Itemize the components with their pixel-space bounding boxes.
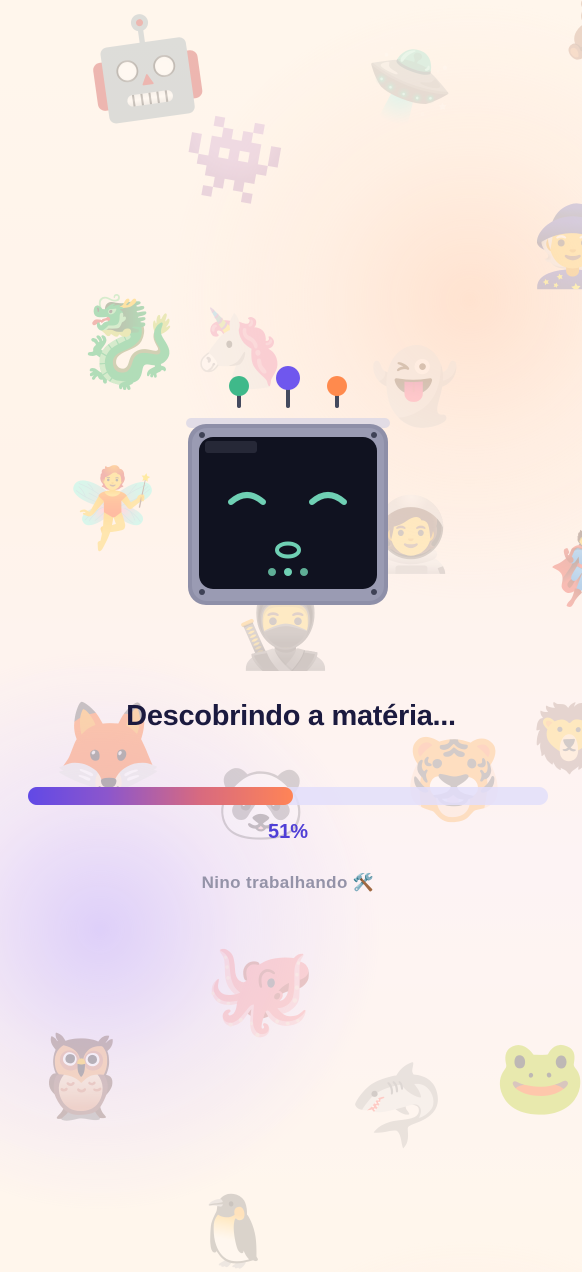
robot-mascot-icon: [186, 366, 390, 605]
antenna-center: [276, 366, 300, 408]
tiger-icon: 🐯: [404, 733, 504, 826]
octopus-icon: 🐙: [204, 936, 317, 1041]
robot-screen: [199, 437, 377, 589]
antenna-left: [229, 376, 249, 408]
owl-icon: 🦉: [30, 1029, 133, 1124]
frog-icon: 🐸: [494, 1034, 582, 1120]
shark-icon: 🦈: [341, 1052, 457, 1163]
antenna-right: [327, 376, 347, 408]
status-text: Nino trabalhando 🛠️: [201, 873, 375, 892]
loading-title: Descobrindo a matéria...: [126, 700, 456, 732]
penguin-icon: 🐧: [190, 1190, 278, 1272]
progress-bar: [28, 787, 548, 805]
progress-bar-fill: [28, 787, 294, 805]
progress-percent: 51%: [267, 821, 309, 843]
